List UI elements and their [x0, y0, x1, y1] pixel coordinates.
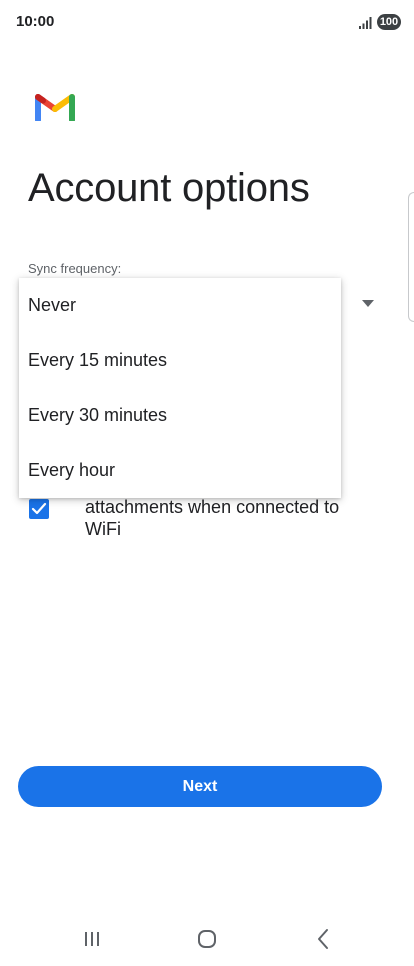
recents-icon[interactable]	[78, 927, 106, 951]
status-time: 10:00	[16, 13, 55, 30]
option-every-15-minutes[interactable]: Every 15 minutes	[19, 333, 341, 388]
dropdown-arrow-icon[interactable]	[362, 300, 374, 308]
back-icon[interactable]	[309, 927, 337, 951]
download-attachments-checkbox[interactable]	[29, 499, 49, 519]
system-nav-bar	[0, 915, 414, 963]
battery-level: 100	[377, 14, 401, 30]
option-never[interactable]: Never	[19, 278, 341, 333]
home-icon[interactable]	[193, 927, 221, 951]
gmail-logo	[35, 94, 75, 121]
signal-bars-icon	[359, 17, 372, 29]
side-panel-handle[interactable]	[408, 192, 414, 322]
sync-frequency-dropdown: Never Every 15 minutes Every 30 minutes …	[19, 278, 341, 498]
download-attachments-label: attachments when connected to WiFi	[85, 496, 385, 540]
page-title: Account options	[28, 166, 310, 210]
checkmark-icon	[31, 502, 47, 515]
option-every-hour[interactable]: Every hour	[19, 443, 341, 498]
status-bar: 10:00 100	[0, 0, 414, 44]
next-button[interactable]: Next	[18, 766, 382, 807]
attachments-label-line-1: attachments when connected to	[85, 497, 340, 517]
account-options-screen: 10:00 100 Account options Sync frequency…	[0, 0, 414, 966]
sync-frequency-label: Sync frequency:	[28, 261, 122, 276]
option-every-30-minutes[interactable]: Every 30 minutes	[19, 388, 341, 443]
attachments-label-line-2: WiFi	[85, 519, 121, 539]
